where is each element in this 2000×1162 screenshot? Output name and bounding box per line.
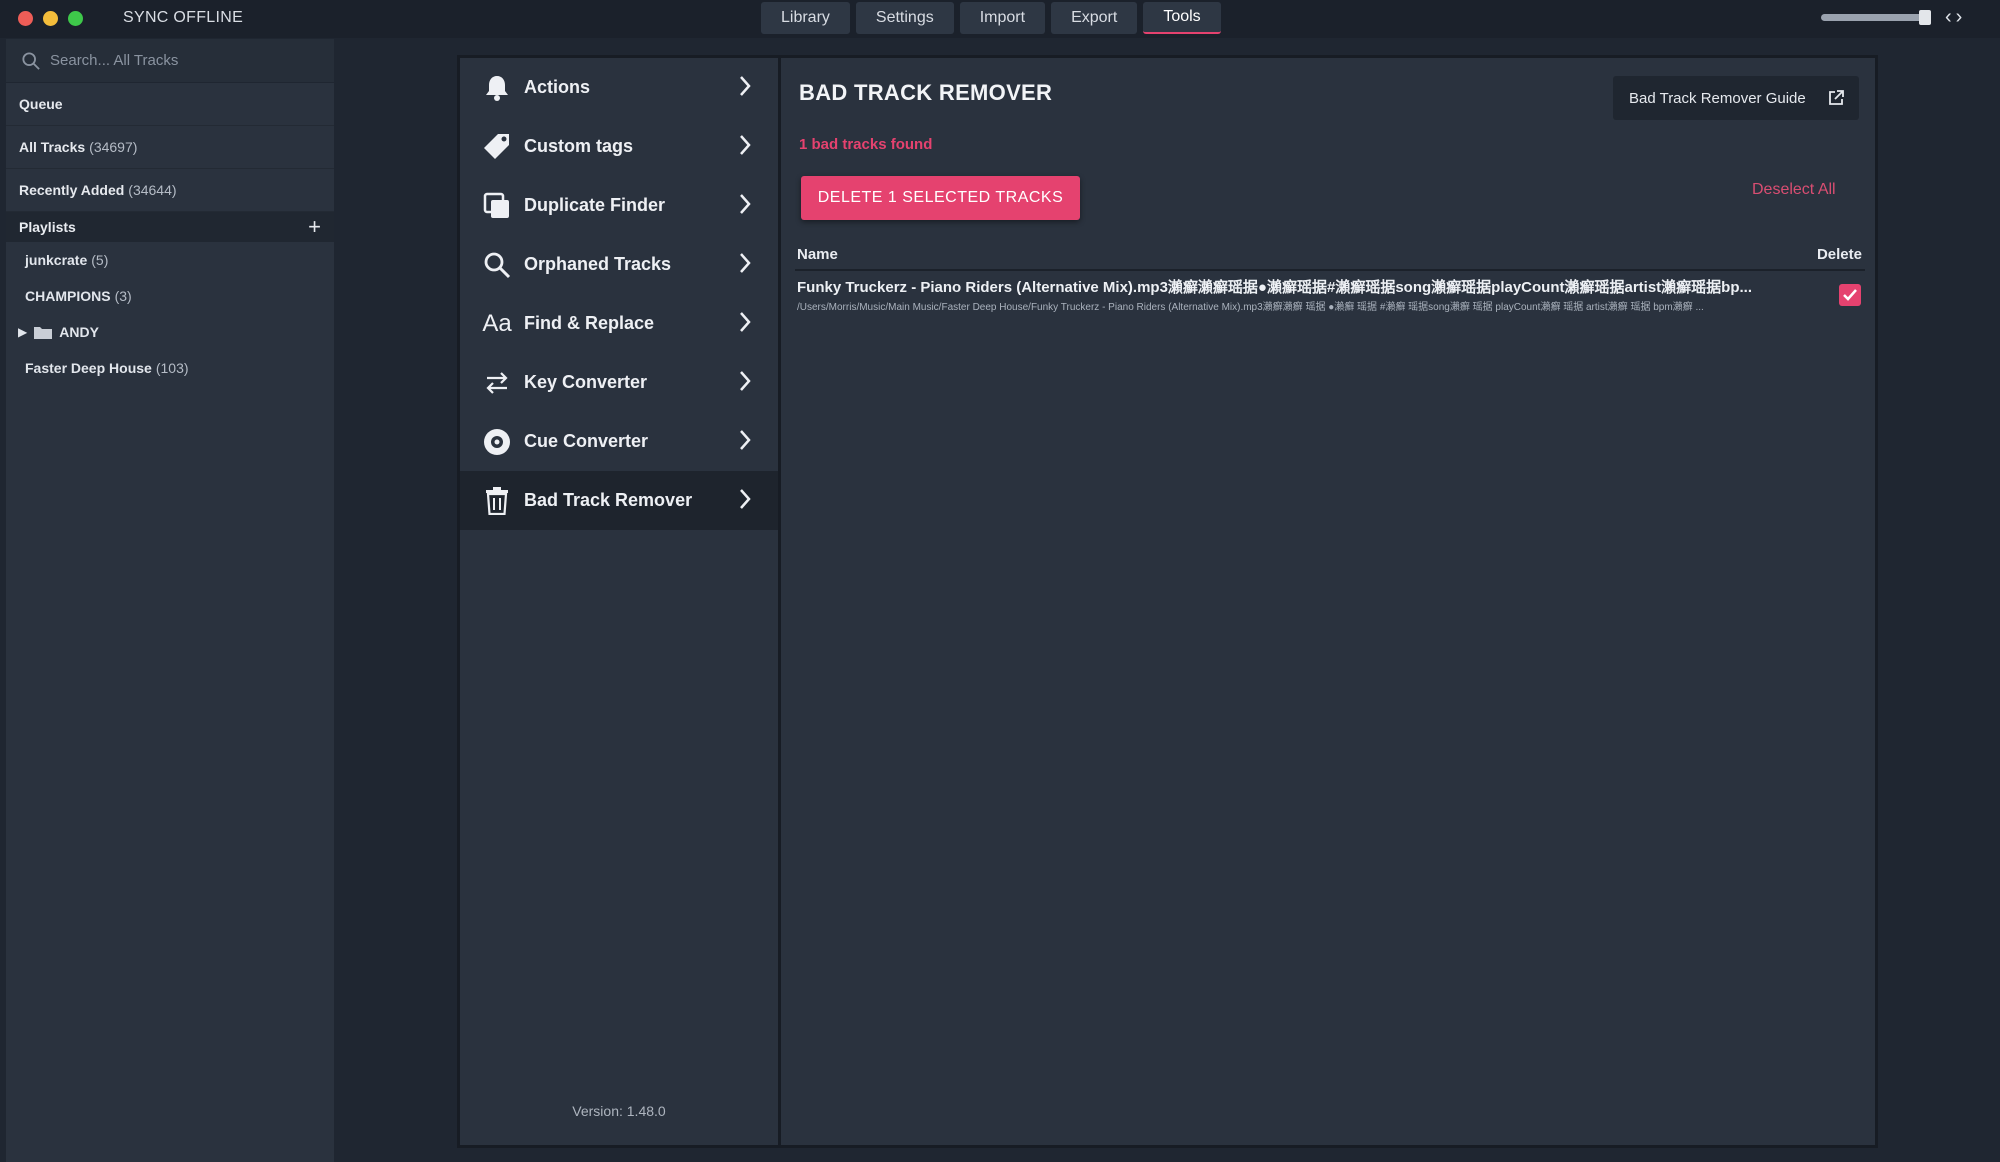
chevron-right-icon: [740, 371, 751, 391]
text-icon: Aa: [482, 309, 512, 337]
tools-menu: Actions Custom tags Duplicate Finder Orp…: [460, 58, 778, 1145]
chevron-right-icon: [740, 430, 751, 450]
tab-import[interactable]: Import: [959, 2, 1046, 34]
playlist-folder-andy[interactable]: ▶ ANDY: [6, 314, 334, 350]
tool-item-actions[interactable]: Actions: [460, 58, 778, 117]
sidebar-item-count: (34697): [89, 139, 138, 155]
minimize-window-button[interactable]: [43, 11, 58, 26]
tool-item-key-converter[interactable]: Key Converter: [460, 353, 778, 412]
playlist-count: (5): [91, 252, 109, 268]
zoom-slider[interactable]: [1821, 10, 1931, 25]
sync-status: SYNC OFFLINE: [123, 9, 244, 26]
copy-icon: [482, 191, 512, 221]
tool-item-find-replace[interactable]: Aa Find & Replace: [460, 294, 778, 353]
close-window-button[interactable]: [18, 11, 33, 26]
search-icon: [482, 250, 512, 280]
tab-export[interactable]: Export: [1051, 2, 1138, 34]
playlist-label: CHAMPIONS: [25, 288, 111, 304]
tool-item-label: Custom tags: [524, 136, 634, 156]
sidebar-item-label: Recently Added: [19, 182, 125, 198]
swap-arrows-icon: [482, 368, 512, 398]
delete-checkbox[interactable]: [1839, 284, 1861, 306]
sidebar-item-recently-added[interactable]: Recently Added (34644): [6, 169, 334, 212]
tool-item-label: Bad Track Remover: [524, 490, 693, 510]
tab-settings[interactable]: Settings: [855, 2, 954, 34]
bad-track-remover-content: BAD TRACK REMOVER Bad Track Remover Guid…: [781, 58, 1875, 1145]
chevron-right-icon: [740, 76, 751, 96]
chevron-right-icon: [740, 312, 751, 332]
sidebar-item-all-tracks[interactable]: All Tracks (34697): [6, 126, 334, 169]
external-link-icon: [1829, 90, 1844, 105]
disc-icon: [482, 427, 512, 457]
guide-button[interactable]: Bad Track Remover Guide: [1613, 76, 1859, 120]
tab-library[interactable]: Library: [761, 2, 850, 34]
tool-item-orphaned-tracks[interactable]: Orphaned Tracks: [460, 235, 778, 294]
playlist-item-champions[interactable]: CHAMPIONS (3): [6, 278, 334, 314]
chevron-right-icon: [740, 194, 751, 214]
guide-button-label: Bad Track Remover Guide: [1629, 89, 1806, 107]
search-icon: [22, 51, 40, 70]
playlist-item-faster-deep-house[interactable]: Faster Deep House (103): [6, 350, 334, 386]
tab-tools[interactable]: Tools: [1143, 2, 1221, 34]
caret-right-icon[interactable]: ▶: [18, 325, 27, 339]
playlist-item-junkcrate[interactable]: junkcrate (5): [6, 242, 334, 278]
version-label: Version: 1.48.0: [572, 1103, 666, 1119]
forward-arrow-icon[interactable]: ›: [1956, 6, 1963, 29]
deselect-all-link[interactable]: Deselect All: [1752, 181, 1836, 199]
zoom-slider-handle[interactable]: [1919, 10, 1931, 25]
playlists-label: Playlists: [19, 219, 76, 235]
column-header-delete[interactable]: Delete: [1817, 246, 1862, 263]
table-header: Name Delete: [795, 240, 1865, 271]
search-bar: [6, 39, 334, 83]
chevron-right-icon: [740, 489, 751, 509]
folder-icon: [34, 327, 53, 339]
sidebar-item-queue[interactable]: Queue: [6, 83, 334, 126]
chevron-right-icon: [740, 253, 751, 273]
tool-item-label: Actions: [524, 77, 591, 97]
track-path: /Users/Morris/Music/Main Music/Faster De…: [797, 302, 1704, 313]
back-arrow-icon[interactable]: ‹: [1945, 6, 1952, 29]
tool-item-label: Find & Replace: [524, 313, 655, 333]
nav-arrows: ‹ ›: [1945, 6, 1962, 29]
delete-selected-tracks-button[interactable]: DELETE 1 SELECTED TRACKS: [801, 176, 1080, 220]
search-input[interactable]: [50, 52, 320, 69]
tag-icon: [482, 132, 512, 162]
maximize-window-button[interactable]: [68, 11, 83, 26]
tool-item-label: Cue Converter: [524, 431, 649, 451]
trash-icon: [482, 486, 512, 516]
playlist-count: (103): [155, 360, 189, 376]
playlist-label: Faster Deep House: [25, 360, 152, 376]
playlist-label: ANDY: [59, 324, 99, 340]
sidebar-item-label: All Tracks: [19, 139, 86, 155]
page-title: BAD TRACK REMOVER: [799, 80, 1053, 105]
playlist-count: (3): [114, 288, 132, 304]
tool-item-cue-converter[interactable]: Cue Converter: [460, 412, 778, 471]
sidebar-item-count: (34644): [128, 182, 177, 198]
playlists-header: Playlists +: [6, 212, 334, 242]
bad-tracks-count: 1 bad tracks found: [799, 136, 933, 153]
checkmark-icon: [1843, 289, 1857, 301]
table-row[interactable]: Funky Truckerz - Piano Riders (Alternati…: [795, 274, 1865, 316]
add-playlist-icon[interactable]: +: [308, 216, 321, 238]
tool-item-bad-track-remover[interactable]: Bad Track Remover: [460, 471, 778, 530]
top-nav: Library Settings Import Export Tools: [761, 2, 1221, 36]
track-name: Funky Truckerz - Piano Riders (Alternati…: [797, 279, 1753, 296]
sidebar-item-label: Queue: [19, 96, 63, 112]
tool-item-label: Key Converter: [524, 372, 648, 392]
playlist-label: junkcrate: [25, 252, 88, 268]
tool-item-label: Duplicate Finder: [524, 195, 666, 215]
chevron-right-icon: [740, 135, 751, 155]
library-sidebar: Queue All Tracks (34697) Recently Added …: [6, 39, 334, 1162]
title-bar: SYNC OFFLINE Library Settings Import Exp…: [0, 0, 2000, 38]
bell-icon: [482, 73, 512, 103]
tool-item-duplicate-finder[interactable]: Duplicate Finder: [460, 176, 778, 235]
tool-item-custom-tags[interactable]: Custom tags: [460, 117, 778, 176]
column-header-name[interactable]: Name: [797, 246, 838, 263]
tool-item-label: Orphaned Tracks: [524, 254, 672, 274]
